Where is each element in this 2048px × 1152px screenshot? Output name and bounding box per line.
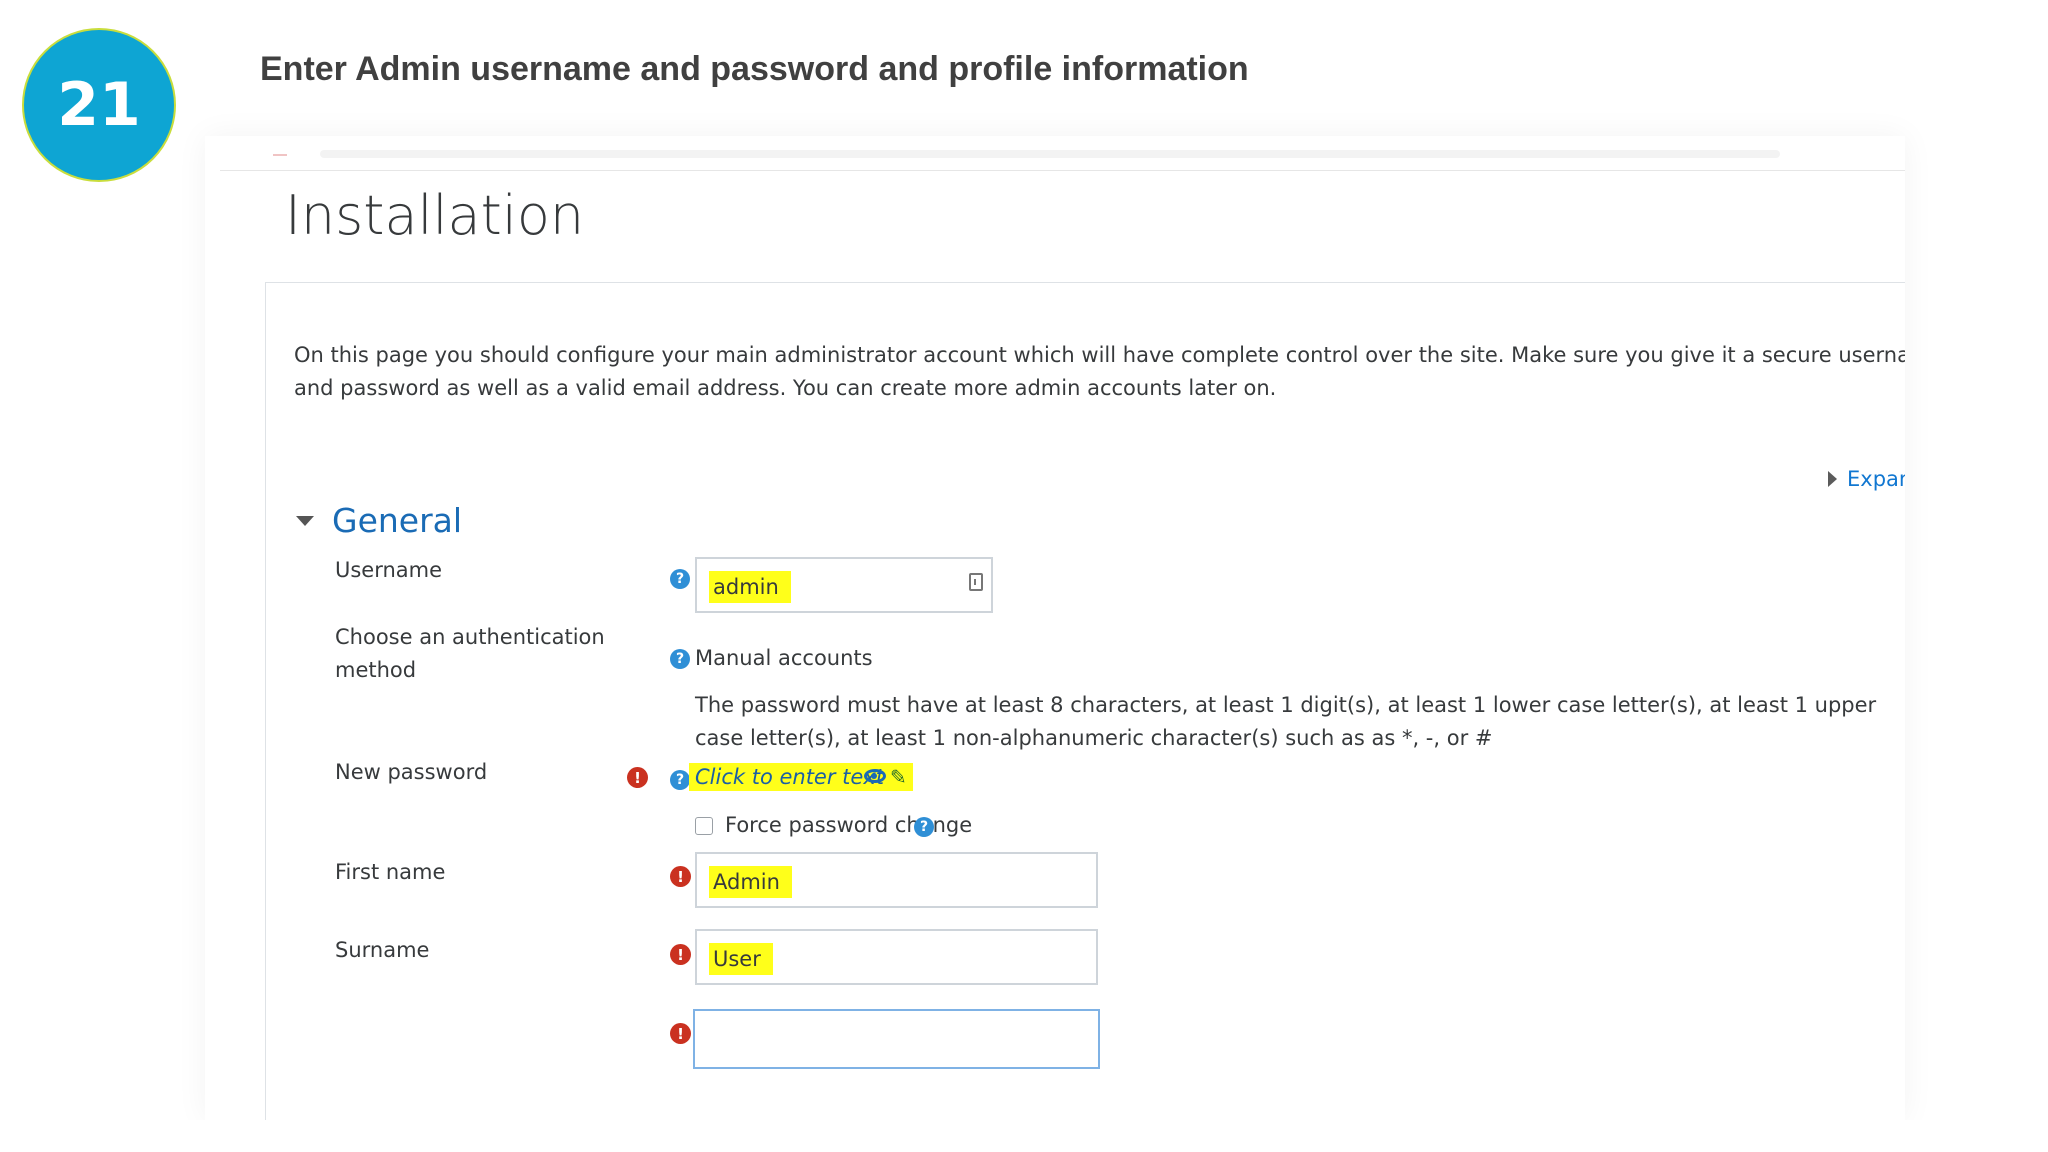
auth-method-label: Choose an authentication method: [335, 625, 605, 682]
firstname-label: First name: [335, 860, 446, 884]
force-password-help-icon[interactable]: ?: [914, 817, 934, 837]
expand-label: Expan: [1847, 467, 1905, 491]
new-password-help-icon[interactable]: ?: [670, 770, 690, 790]
required-icon: !: [627, 767, 648, 788]
surname-input[interactable]: User: [695, 929, 1098, 985]
firstname-value: Admin: [709, 866, 792, 898]
expand-all-link[interactable]: Expan: [1828, 467, 1905, 491]
browser-bar-remnant: [320, 150, 1780, 158]
auth-method-help-icon[interactable]: ?: [670, 649, 690, 669]
pencil-icon: ✎: [889, 765, 907, 789]
step-number: 21: [57, 70, 141, 140]
screenshot-area: Installation On this page you should con…: [205, 136, 1905, 1120]
required-icon: !: [670, 1023, 691, 1044]
general-section-label: General: [332, 501, 463, 540]
surname-label: Surname: [335, 938, 430, 962]
username-label: Username: [335, 558, 443, 582]
step-number-badge: 21: [22, 28, 176, 182]
firstname-input[interactable]: Admin: [695, 852, 1098, 908]
required-icon: !: [670, 944, 691, 965]
collapse-caret-icon: [296, 515, 314, 526]
general-section-toggle[interactable]: General: [296, 501, 462, 540]
new-password-label: New password: [335, 760, 488, 784]
username-help-icon[interactable]: ?: [670, 569, 690, 589]
slide-title: Enter Admin username and password and pr…: [260, 50, 1249, 88]
header-divider: [220, 170, 1905, 171]
keyboard-icon: [969, 573, 983, 591]
force-password-change-checkbox[interactable]: [695, 817, 713, 835]
expand-triangle-icon: [1828, 471, 1837, 487]
reveal-password-eye-icon[interactable]: [864, 769, 886, 783]
password-policy-text: The password must have at least 8 charac…: [695, 693, 1877, 750]
force-password-change-label: Force password change: [725, 813, 973, 837]
auth-method-value: Manual accounts: [695, 646, 873, 670]
username-input[interactable]: admin: [695, 557, 993, 613]
new-password-placeholder: Click to enter text: [695, 765, 884, 789]
bottom-cutoff: [0, 1120, 2048, 1152]
email-input[interactable]: [693, 1009, 1100, 1069]
page-title: Installation: [285, 184, 585, 247]
required-icon: !: [670, 866, 691, 887]
surname-value: User: [709, 943, 773, 975]
top-mark: [273, 154, 287, 156]
username-value: admin: [709, 571, 791, 603]
intro-text: On this page you should configure your m…: [294, 343, 1905, 400]
install-panel: On this page you should configure your m…: [265, 282, 1905, 1120]
